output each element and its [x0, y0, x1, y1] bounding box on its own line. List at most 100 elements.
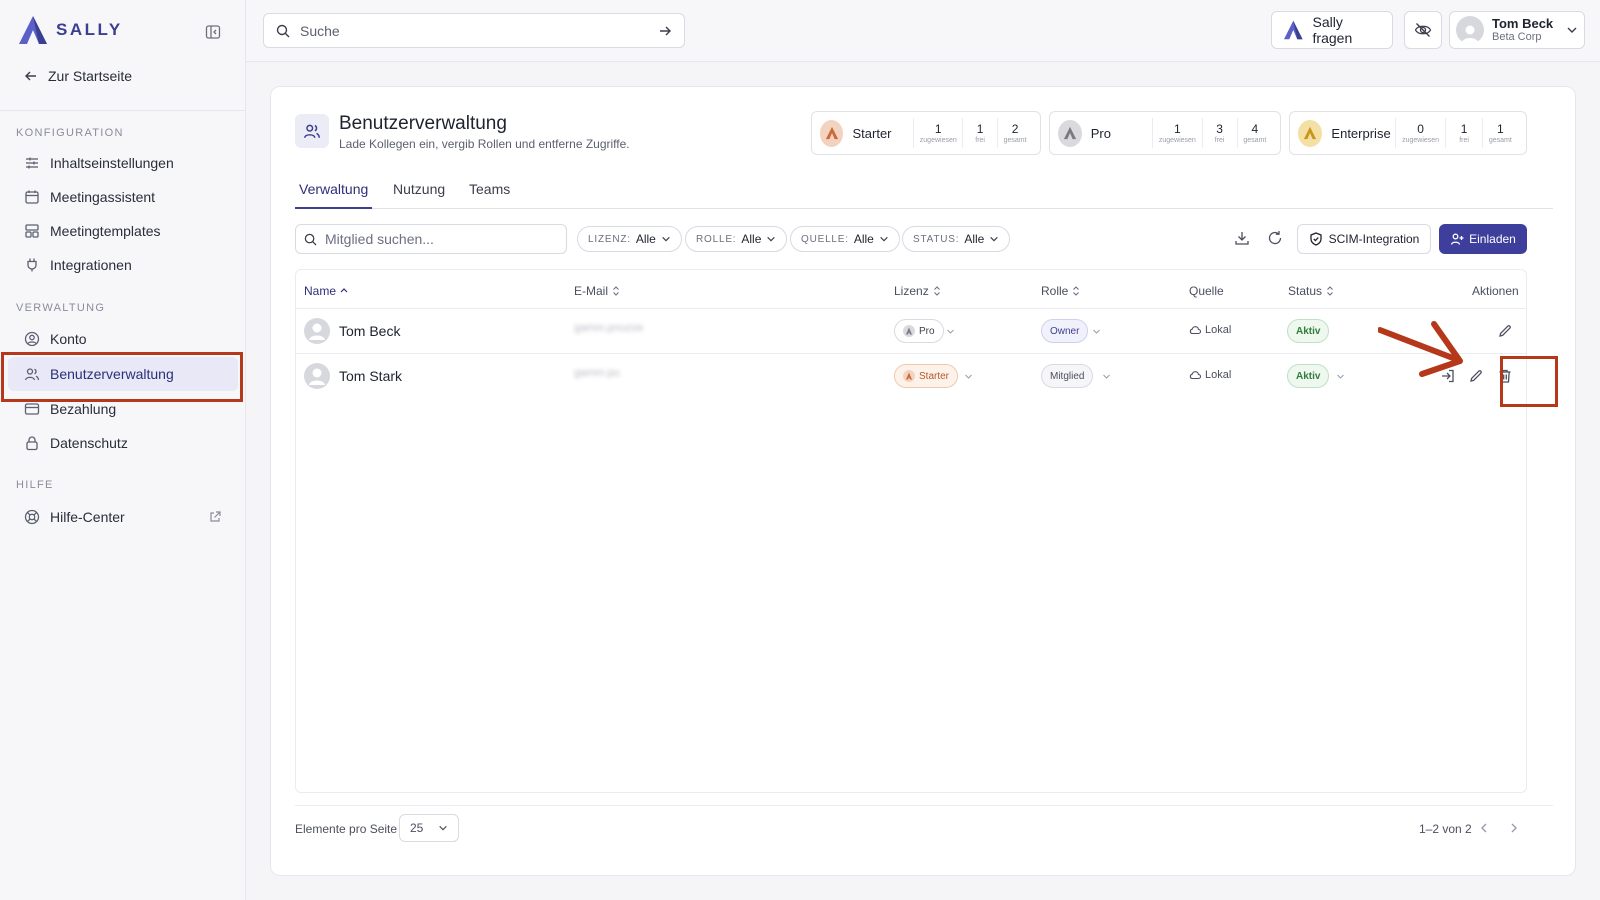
chevron-down-icon	[880, 236, 888, 242]
search-icon	[304, 233, 317, 246]
column-header-lizenz[interactable]: Lizenz	[894, 284, 941, 298]
sidebar-item-datenschutz[interactable]: Datenschutz	[8, 426, 238, 460]
tab-bar: Verwaltung Nutzung Teams	[295, 179, 1553, 209]
sort-icon	[1327, 286, 1333, 296]
filter-value: Alle	[964, 232, 985, 246]
highlight-box-sidebar	[1, 352, 243, 402]
per-page-select[interactable]: 25	[399, 814, 459, 842]
chevron-down-icon	[767, 236, 776, 242]
logo[interactable]: SALLY	[16, 14, 123, 46]
column-header-aktionen: Aktionen	[1472, 284, 1519, 298]
filter-rolle[interactable]: ROLLE: Alle	[685, 226, 788, 252]
pagination: Elemente pro Seite 25 1–2 von 2	[295, 805, 1553, 842]
sidebar-item-label: Meetingassistent	[50, 189, 156, 205]
scim-integration-button[interactable]: SCIM-Integration	[1297, 224, 1431, 254]
column-header-status[interactable]: Status	[1288, 284, 1334, 298]
tab-verwaltung[interactable]: Verwaltung	[295, 179, 373, 209]
member-source: Lokal	[1189, 369, 1231, 381]
chevron-down-icon[interactable]	[1336, 372, 1345, 381]
filter-lizenz[interactable]: LIZENZ: Alle	[577, 226, 682, 252]
license-total: 4 gesamt	[1236, 118, 1272, 148]
column-header-email[interactable]: E-Mail	[574, 284, 620, 298]
sliders-icon	[26, 157, 38, 169]
chevron-left-icon[interactable]	[1477, 821, 1491, 835]
members-table: Name E-Mail Lizenz Rolle Quelle Status A…	[295, 269, 1527, 793]
license-free: 1 frei	[962, 118, 997, 148]
ask-sally-label: Sally fragen	[1312, 14, 1353, 46]
chevron-down-icon[interactable]	[946, 327, 955, 336]
status-badge[interactable]: Aktiv	[1287, 364, 1330, 388]
scim-label: SCIM-Integration	[1328, 232, 1420, 246]
credit-card-icon	[24, 403, 40, 415]
highlight-box-delete	[1500, 356, 1558, 407]
tab-nutzung[interactable]: Nutzung	[389, 179, 449, 209]
section-title-verwaltung: VERWALTUNG	[16, 302, 106, 314]
sidebar-item-meetingtemplates[interactable]: Meetingtemplates	[8, 214, 238, 248]
column-header-name[interactable]: Name	[304, 284, 348, 298]
filter-key: LIZENZ:	[588, 233, 631, 245]
ask-sally-button[interactable]: Sally fragen	[1271, 11, 1393, 49]
brand-name: SALLY	[56, 20, 123, 39]
page-title: Benutzerverwaltung	[339, 113, 507, 134]
sidebar-item-label: Bezahlung	[50, 401, 117, 417]
lock-icon	[26, 436, 38, 451]
role-select[interactable]: Owner	[1041, 319, 1089, 343]
invite-button[interactable]: Einladen	[1439, 224, 1527, 254]
chevron-down-icon[interactable]	[1092, 327, 1101, 336]
topbar: Suche Sally fragen Tom Beck Beta Corp	[246, 0, 1600, 62]
sidebar-item-hilfe-center[interactable]: Hilfe-Center	[8, 500, 238, 534]
privacy-toggle-button[interactable]	[1404, 11, 1442, 49]
column-header-rolle[interactable]: Rolle	[1041, 284, 1080, 298]
external-link-icon	[210, 511, 221, 522]
sidebar-item-inhaltseinstellungen[interactable]: Inhaltseinstellungen	[8, 146, 238, 180]
chevron-down-icon	[662, 236, 670, 242]
filter-status[interactable]: STATUS: Alle	[902, 226, 1011, 252]
back-label: Zur Startseite	[48, 68, 133, 84]
lifebuoy-icon	[24, 509, 40, 525]
chevron-down-icon[interactable]	[964, 372, 973, 381]
sidebar-item-label: Integrationen	[50, 257, 132, 273]
user-org: Beta Corp	[1492, 31, 1542, 43]
global-search-input[interactable]: Suche	[263, 13, 685, 48]
user-menu-button[interactable]: Tom Beck Beta Corp	[1449, 11, 1585, 49]
sidebar-item-konto[interactable]: Konto	[8, 322, 238, 356]
filter-key: ROLLE:	[696, 233, 737, 245]
filter-key: QUELLE:	[801, 233, 849, 245]
calendar-icon	[25, 190, 39, 204]
filter-value: Alle	[853, 232, 874, 246]
chevron-right-icon[interactable]	[1507, 821, 1521, 835]
avatar	[1456, 16, 1484, 44]
sidebar-item-integrationen[interactable]: Integrationen	[8, 248, 238, 282]
table-row: Tom Beck gamm.pnuzze Pro Owner Lokal Akt…	[296, 309, 1526, 354]
license-name: Enterprise	[1331, 125, 1391, 141]
sidebar-item-label: Konto	[50, 331, 87, 347]
sidebar-item-label: Meetingtemplates	[50, 223, 161, 239]
filter-quelle[interactable]: QUELLE: Alle	[790, 226, 900, 252]
edit-icon[interactable]	[1468, 368, 1484, 384]
license-select[interactable]: Starter	[894, 364, 959, 388]
back-to-home-link[interactable]: Zur Startseite	[24, 68, 132, 84]
shield-check-icon	[1309, 232, 1322, 246]
license-total: 2 gesamt	[997, 118, 1032, 148]
member-search-input[interactable]: Mitglied suchen...	[295, 224, 567, 254]
sidebar-collapse-icon[interactable]	[205, 24, 221, 40]
member-email: gamm.pu	[574, 367, 620, 379]
refresh-icon[interactable]	[1266, 229, 1284, 247]
main-card: Benutzerverwaltung Lade Kollegen ein, ve…	[270, 86, 1576, 876]
edit-icon[interactable]	[1497, 323, 1513, 339]
sort-ascending-icon	[340, 288, 348, 293]
license-select[interactable]: Pro	[894, 319, 944, 343]
arrow-right-icon[interactable]	[658, 24, 672, 38]
sally-logo-icon	[19, 16, 47, 44]
sidebar-item-label: Inhaltseinstellungen	[50, 155, 174, 171]
invite-label: Einladen	[1469, 232, 1516, 246]
sidebar-item-meetingassistent[interactable]: Meetingassistent	[8, 180, 238, 214]
role-select[interactable]: Mitglied	[1041, 364, 1094, 388]
license-free: 3 frei	[1201, 118, 1237, 148]
tab-teams[interactable]: Teams	[465, 179, 514, 209]
download-icon[interactable]	[1233, 229, 1251, 247]
license-free: 1 frei	[1445, 118, 1481, 148]
chevron-down-icon[interactable]	[1102, 372, 1111, 381]
filter-value: Alle	[741, 232, 762, 246]
filter-key: STATUS:	[913, 233, 960, 245]
